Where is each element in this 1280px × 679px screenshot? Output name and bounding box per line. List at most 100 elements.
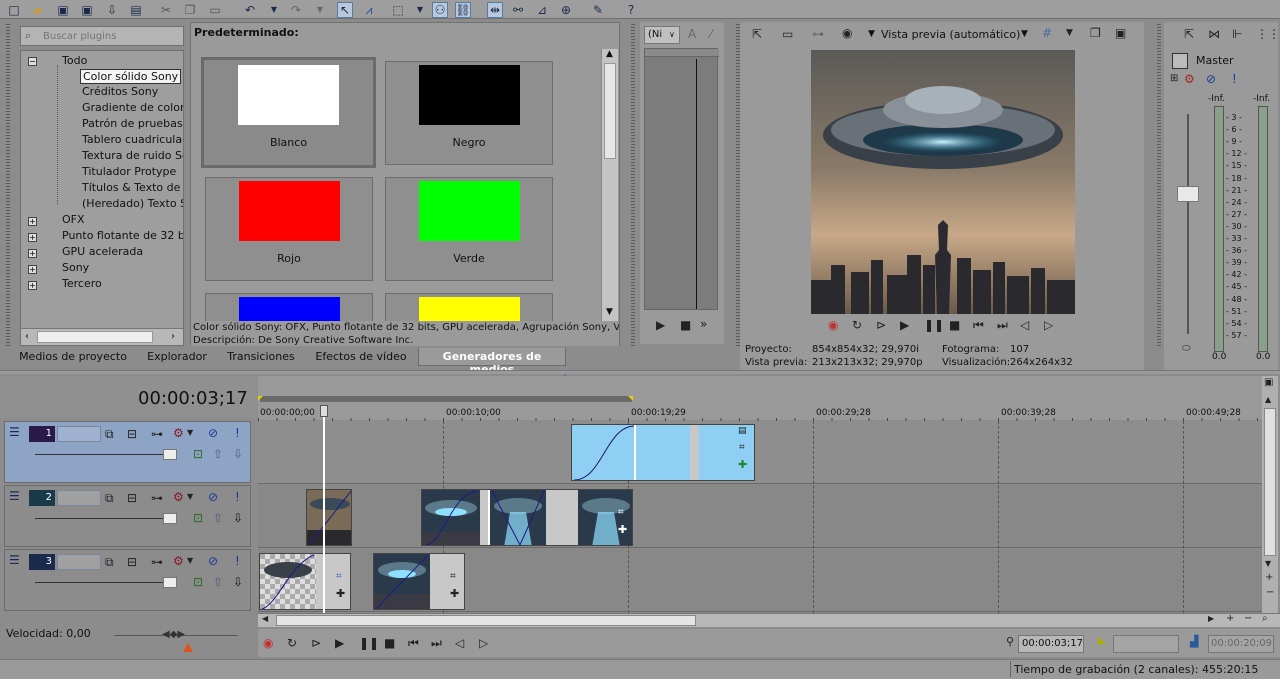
search-input[interactable] bbox=[43, 29, 179, 43]
timeline-vscroll[interactable]: ▣ ▲ ▼ + − bbox=[1262, 376, 1278, 614]
mute-icon[interactable]: ⊘ bbox=[208, 427, 218, 439]
track-name-field[interactable] bbox=[57, 426, 101, 442]
mute-icon[interactable]: ⊘ bbox=[208, 555, 218, 567]
play-icon[interactable]: ▶ bbox=[656, 318, 665, 332]
loop-region[interactable] bbox=[260, 396, 632, 402]
selection-start-field[interactable] bbox=[1113, 635, 1179, 653]
crop-icon[interactable]: ⌗ bbox=[450, 572, 456, 582]
trimmer-tool-icon[interactable]: A bbox=[688, 28, 696, 40]
move-up-icon[interactable]: ⇧ bbox=[213, 448, 223, 460]
track-fx-icon[interactable]: ⚙ bbox=[173, 555, 184, 567]
preview-properties-icon[interactable]: ⇱ bbox=[752, 28, 762, 40]
scroll-right-icon[interactable]: › bbox=[171, 331, 175, 342]
fader-lock-icon[interactable]: ⬭ bbox=[1182, 344, 1191, 354]
loop-start-marker[interactable] bbox=[258, 396, 263, 401]
dim-icon[interactable]: ⊩ bbox=[1232, 28, 1242, 40]
loop-icon[interactable]: ↻ bbox=[852, 318, 862, 332]
tree-item-tablero[interactable]: Tablero cuadriculado bbox=[82, 133, 183, 146]
pan-crop-icon[interactable]: ✚ bbox=[450, 588, 459, 599]
track-name-field[interactable] bbox=[57, 554, 101, 570]
automation-icon[interactable]: ⊞ bbox=[1170, 74, 1178, 84]
go-to-start-icon[interactable]: ⏮ bbox=[973, 318, 984, 333]
crop-icon[interactable]: ⌗ bbox=[618, 508, 624, 518]
pause-icon[interactable]: ❚❚ bbox=[359, 636, 379, 650]
velocity-thumb[interactable]: ◀◆▶ bbox=[162, 629, 185, 640]
auto-crossfade-icon[interactable]: ⊿ bbox=[534, 2, 550, 18]
tool-dropdown-icon[interactable]: ▼ bbox=[412, 2, 428, 18]
composite-mode-icon[interactable]: ⧉ bbox=[105, 492, 114, 504]
trimmer-dropdown[interactable]: (Ni ∨ bbox=[644, 26, 680, 44]
external-monitor-icon[interactable]: ▭ bbox=[782, 28, 793, 40]
tree-hscrollbar[interactable]: ‹ › bbox=[21, 328, 183, 345]
media-clip[interactable]: ⌗ ✚ bbox=[421, 489, 633, 546]
scroll-down-icon[interactable]: ▼ bbox=[606, 307, 613, 317]
move-up-icon[interactable]: ⇧ bbox=[213, 576, 223, 588]
tab-generadores-medios[interactable]: Generadores de medios bbox=[418, 348, 566, 376]
scroll-left-icon[interactable]: ‹ bbox=[25, 331, 29, 342]
scroll-up-icon[interactable]: ▲ bbox=[606, 49, 613, 59]
expand-icon[interactable]: + bbox=[28, 249, 37, 258]
loop-icon[interactable]: ↻ bbox=[287, 636, 297, 650]
paste-icon[interactable]: ▭ bbox=[207, 2, 223, 18]
tree-item-gpu[interactable]: GPU acelerada bbox=[62, 245, 143, 258]
make-compositing-child-icon[interactable]: ⊟ bbox=[127, 492, 137, 504]
tree-item-color-solido[interactable]: Color sólido Sony bbox=[80, 69, 182, 84]
tab-efectos-video[interactable]: Efectos de vídeo bbox=[308, 348, 414, 366]
expand-icon[interactable]: + bbox=[28, 281, 37, 290]
tree-item-punto-flotante[interactable]: Punto flotante de 32 bits bbox=[62, 229, 183, 242]
track-minimize-icon[interactable]: ☰ bbox=[9, 490, 20, 502]
expand-icon[interactable]: + bbox=[28, 265, 37, 274]
redo-icon[interactable]: ↷ bbox=[288, 2, 304, 18]
copy-icon[interactable]: ❐ bbox=[182, 2, 198, 18]
stop-icon[interactable]: ■ bbox=[680, 318, 691, 332]
overlays-dropdown-icon[interactable]: ▼ bbox=[1066, 29, 1073, 38]
stop-icon[interactable]: ■ bbox=[949, 318, 960, 332]
preview-fx-icon[interactable]: ◉ bbox=[842, 27, 852, 39]
bypass-motion-blur-icon[interactable]: ⊡ bbox=[193, 512, 203, 524]
record-icon[interactable]: ◉ bbox=[828, 318, 838, 332]
timeline-hscroll[interactable]: ◀ ▶ + − ⌕ bbox=[258, 613, 1280, 627]
track-motion-icon[interactable]: ⊶ bbox=[151, 492, 163, 504]
expand-icon[interactable]: + bbox=[28, 233, 37, 242]
composite-mode-icon[interactable]: ⧉ bbox=[105, 428, 114, 440]
presets-vscrollbar[interactable]: ▲ ▼ bbox=[601, 49, 618, 321]
scroll-thumb[interactable] bbox=[604, 63, 616, 159]
tree-item-creditos[interactable]: Créditos Sony bbox=[82, 85, 158, 98]
zoom-in-icon[interactable]: + bbox=[1265, 573, 1273, 583]
slider-thumb[interactable] bbox=[163, 577, 177, 588]
move-down-icon[interactable]: ⇩ bbox=[233, 576, 243, 588]
plugin-search-field[interactable]: ⌕ bbox=[20, 26, 184, 46]
play-icon[interactable]: ▶ bbox=[900, 318, 909, 332]
undo-icon[interactable]: ↶ bbox=[242, 2, 258, 18]
slider-thumb[interactable] bbox=[163, 449, 177, 460]
pan-crop-icon[interactable]: ✚ bbox=[738, 459, 747, 470]
save-icon[interactable]: ▣ bbox=[55, 2, 71, 18]
move-down-icon[interactable]: ⇩ bbox=[233, 448, 243, 460]
stop-icon[interactable]: ■ bbox=[384, 636, 395, 650]
window-dock-grip[interactable] bbox=[6, 24, 10, 346]
track-fx-dropdown-icon[interactable]: ▼ bbox=[187, 429, 193, 437]
timeline-ruler[interactable] bbox=[258, 376, 1262, 420]
tree-item-todo[interactable]: Todo bbox=[62, 54, 87, 67]
media-clip[interactable]: ▤ ⌗ ✚ bbox=[571, 424, 755, 481]
selection-tool-icon[interactable]: ⬚ bbox=[390, 2, 406, 18]
tree-item-gradiente[interactable]: Gradiente de color So bbox=[82, 101, 183, 114]
previous-frame-icon[interactable]: ◁ bbox=[1020, 318, 1029, 332]
track-minimize-icon[interactable]: ☰ bbox=[9, 554, 20, 566]
move-up-icon[interactable]: ⇧ bbox=[213, 512, 223, 524]
normal-edit-tool-icon[interactable]: ↖ bbox=[337, 2, 353, 18]
zoom-tool-icon[interactable]: ⌕ bbox=[1262, 614, 1268, 624]
track-motion-icon[interactable]: ⊶ bbox=[151, 428, 163, 440]
auto-ripple-icon[interactable]: ⚇ bbox=[432, 2, 448, 18]
tree-item-heredado[interactable]: (Heredado) Texto Sor bbox=[82, 197, 183, 210]
downmix-icon[interactable]: ⋈ bbox=[1208, 28, 1220, 40]
tree-item-titulos[interactable]: Títulos & Texto de So bbox=[82, 181, 183, 194]
lock-envelopes-icon[interactable]: ⛓ bbox=[455, 2, 471, 18]
tab-explorador[interactable]: Explorador bbox=[140, 348, 214, 366]
save-snapshot-icon[interactable]: ▣ bbox=[1115, 27, 1126, 39]
move-down-icon[interactable]: ⇩ bbox=[233, 512, 243, 524]
next-frame-icon[interactable]: ▷ bbox=[1044, 318, 1053, 332]
master-fader[interactable] bbox=[1177, 186, 1199, 202]
solo-icon[interactable]: ! bbox=[1232, 73, 1237, 85]
render-icon[interactable]: ⇩ bbox=[104, 2, 120, 18]
